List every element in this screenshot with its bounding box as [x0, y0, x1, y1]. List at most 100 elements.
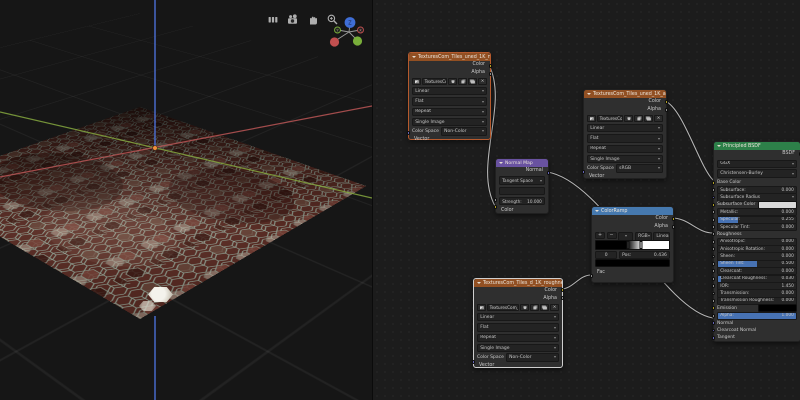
collapse-icon[interactable] [477, 282, 481, 284]
image-name-field[interactable]: TexturesCom_Til [487, 303, 519, 312]
shader-node-editor[interactable]: TexturesCom_Tiles_uned_1K_normal.ti Colo… [372, 0, 800, 400]
socket-in[interactable] [711, 254, 716, 259]
node-header[interactable]: Principled BSDF [714, 142, 800, 150]
interpolation-dropdown[interactable]: Linear [477, 312, 559, 322]
3d-viewport[interactable]: Z Y X [0, 0, 372, 400]
node-header[interactable]: TexturesCom_Tiles_d_1K_roughness.ti [474, 279, 562, 287]
projection-dropdown[interactable]: Flat [477, 323, 559, 332]
source-dropdown[interactable]: Single Image [477, 343, 559, 353]
node-colorramp[interactable]: ColorRamp Color Alpha + − RGB Linear 0 P… [589, 206, 676, 283]
socket-in[interactable] [711, 335, 716, 340]
new-image-icon[interactable] [634, 114, 643, 123]
interpolation-dropdown[interactable]: Linear [412, 86, 487, 96]
socket-base-color-in[interactable] [711, 180, 716, 185]
add-stop-button[interactable]: + [595, 232, 605, 239]
socket-strength-in[interactable] [493, 198, 498, 202]
socket-in[interactable] [711, 328, 716, 333]
socket-alpha-out[interactable] [664, 108, 669, 112]
socket-vector-in[interactable] [406, 131, 411, 135]
uv-map-field[interactable] [499, 186, 545, 196]
socket-in[interactable] [711, 306, 716, 311]
socket-color-out[interactable] [560, 288, 565, 292]
collapse-icon[interactable] [587, 93, 591, 95]
new-image-icon[interactable] [458, 77, 467, 86]
image-name-field[interactable]: TexturesCom_Til [597, 114, 623, 123]
collapse-icon[interactable] [412, 56, 416, 58]
image-name-field[interactable]: TexturesCom_Til [422, 77, 447, 86]
stop-index-field[interactable]: 0 [595, 250, 618, 260]
source-dropdown[interactable]: Single Image [587, 154, 663, 164]
unlink-icon[interactable]: × [478, 77, 487, 86]
open-image-icon[interactable] [468, 77, 477, 86]
image-browse-icon[interactable] [587, 114, 596, 123]
socket-alpha-out[interactable] [560, 296, 565, 300]
socket-color-out[interactable] [671, 217, 676, 221]
node-principled-bsdf[interactable]: Principled BSDF BSDF GGX Christensen-Bur… [711, 141, 800, 342]
extension-dropdown[interactable]: Repeat [412, 107, 487, 117]
socket-in[interactable] [711, 225, 716, 229]
socket-in[interactable] [711, 188, 716, 192]
ramp-stop-0[interactable] [626, 240, 630, 250]
image-browse-icon[interactable] [412, 77, 421, 86]
socket-fac-in[interactable] [589, 274, 594, 278]
projection-dropdown[interactable]: Flat [412, 97, 487, 106]
camera-view-icon[interactable] [286, 13, 300, 27]
socket-roughness-in[interactable] [711, 232, 716, 237]
collapse-icon[interactable] [595, 210, 599, 212]
strength-slider[interactable]: Strength: 10.000 [499, 196, 545, 206]
socket-in[interactable] [711, 284, 716, 289]
socket-in[interactable] [711, 262, 716, 266]
node-normal-map[interactable]: Normal Map Normal Tangent Space Strength… [493, 158, 551, 214]
socket-in[interactable] [711, 299, 716, 303]
socket-in[interactable] [711, 291, 716, 296]
stop-color-swatch[interactable] [595, 258, 670, 268]
subsurface-method-dropdown[interactable]: Christensen-Burley [717, 169, 797, 178]
socket-in[interactable] [711, 247, 716, 252]
socket-in[interactable] [711, 276, 716, 281]
navigation-gizmo[interactable]: Z Y X [322, 8, 368, 54]
socket-alpha-out[interactable] [671, 225, 676, 229]
socket-in[interactable] [711, 313, 716, 318]
node-header[interactable]: ColorRamp [592, 207, 673, 215]
socket-normal-in[interactable] [711, 321, 716, 325]
unlink-icon[interactable]: × [654, 114, 663, 123]
fake-user-icon[interactable] [448, 77, 457, 86]
color-ramp-gradient[interactable] [595, 240, 670, 250]
socket-in[interactable] [711, 195, 716, 200]
new-image-icon[interactable] [530, 303, 539, 312]
color-space-dropdown[interactable]: Non-Color [440, 127, 487, 136]
socket-in[interactable] [711, 269, 716, 274]
move-view-hand-icon[interactable] [306, 13, 320, 27]
open-image-icon[interactable] [540, 303, 549, 312]
socket-in[interactable] [711, 217, 716, 222]
socket-in[interactable] [711, 239, 716, 244]
image-browse-icon[interactable] [477, 303, 486, 312]
color-space-dropdown[interactable]: sRGB [615, 164, 663, 173]
space-dropdown[interactable]: Tangent Space [499, 176, 545, 185]
distribution-dropdown[interactable]: GGX [717, 159, 797, 169]
node-image-texture-roughness[interactable]: TexturesCom_Tiles_d_1K_roughness.ti Colo… [471, 278, 565, 368]
color-space-dropdown[interactable]: Non-Color [505, 353, 559, 362]
socket-color-out[interactable] [488, 64, 493, 68]
source-dropdown[interactable]: Single Image [412, 117, 487, 127]
extension-dropdown[interactable]: Repeat [587, 144, 663, 154]
remove-stop-button[interactable]: − [606, 232, 617, 239]
extension-dropdown[interactable]: Repeat [477, 333, 559, 343]
socket-in[interactable] [711, 210, 716, 215]
unlink-icon[interactable]: × [550, 303, 559, 312]
node-header[interactable]: TexturesCom_Tiles_uned_1K_albedo.tif [584, 90, 666, 98]
fake-user-icon[interactable] [520, 303, 529, 312]
open-image-icon[interactable] [644, 114, 653, 123]
socket-normal-out[interactable] [546, 171, 551, 175]
stop-position-slider[interactable]: Pos: 0.436 [618, 250, 670, 260]
ortho-grid-icon[interactable] [266, 13, 280, 27]
collapse-icon[interactable] [499, 162, 503, 164]
collapse-icon[interactable] [717, 145, 721, 147]
interpolation-dropdown[interactable]: Linear [587, 123, 663, 133]
socket-alpha-out[interactable] [488, 72, 493, 76]
node-image-texture-normal[interactable]: TexturesCom_Tiles_uned_1K_normal.ti Colo… [406, 52, 493, 142]
fake-user-icon[interactable] [624, 114, 633, 123]
node-header[interactable]: Normal Map [496, 159, 548, 167]
node-header[interactable]: TexturesCom_Tiles_uned_1K_normal.ti [409, 53, 490, 61]
node-image-texture-albedo[interactable]: TexturesCom_Tiles_uned_1K_albedo.tif Col… [581, 89, 669, 179]
